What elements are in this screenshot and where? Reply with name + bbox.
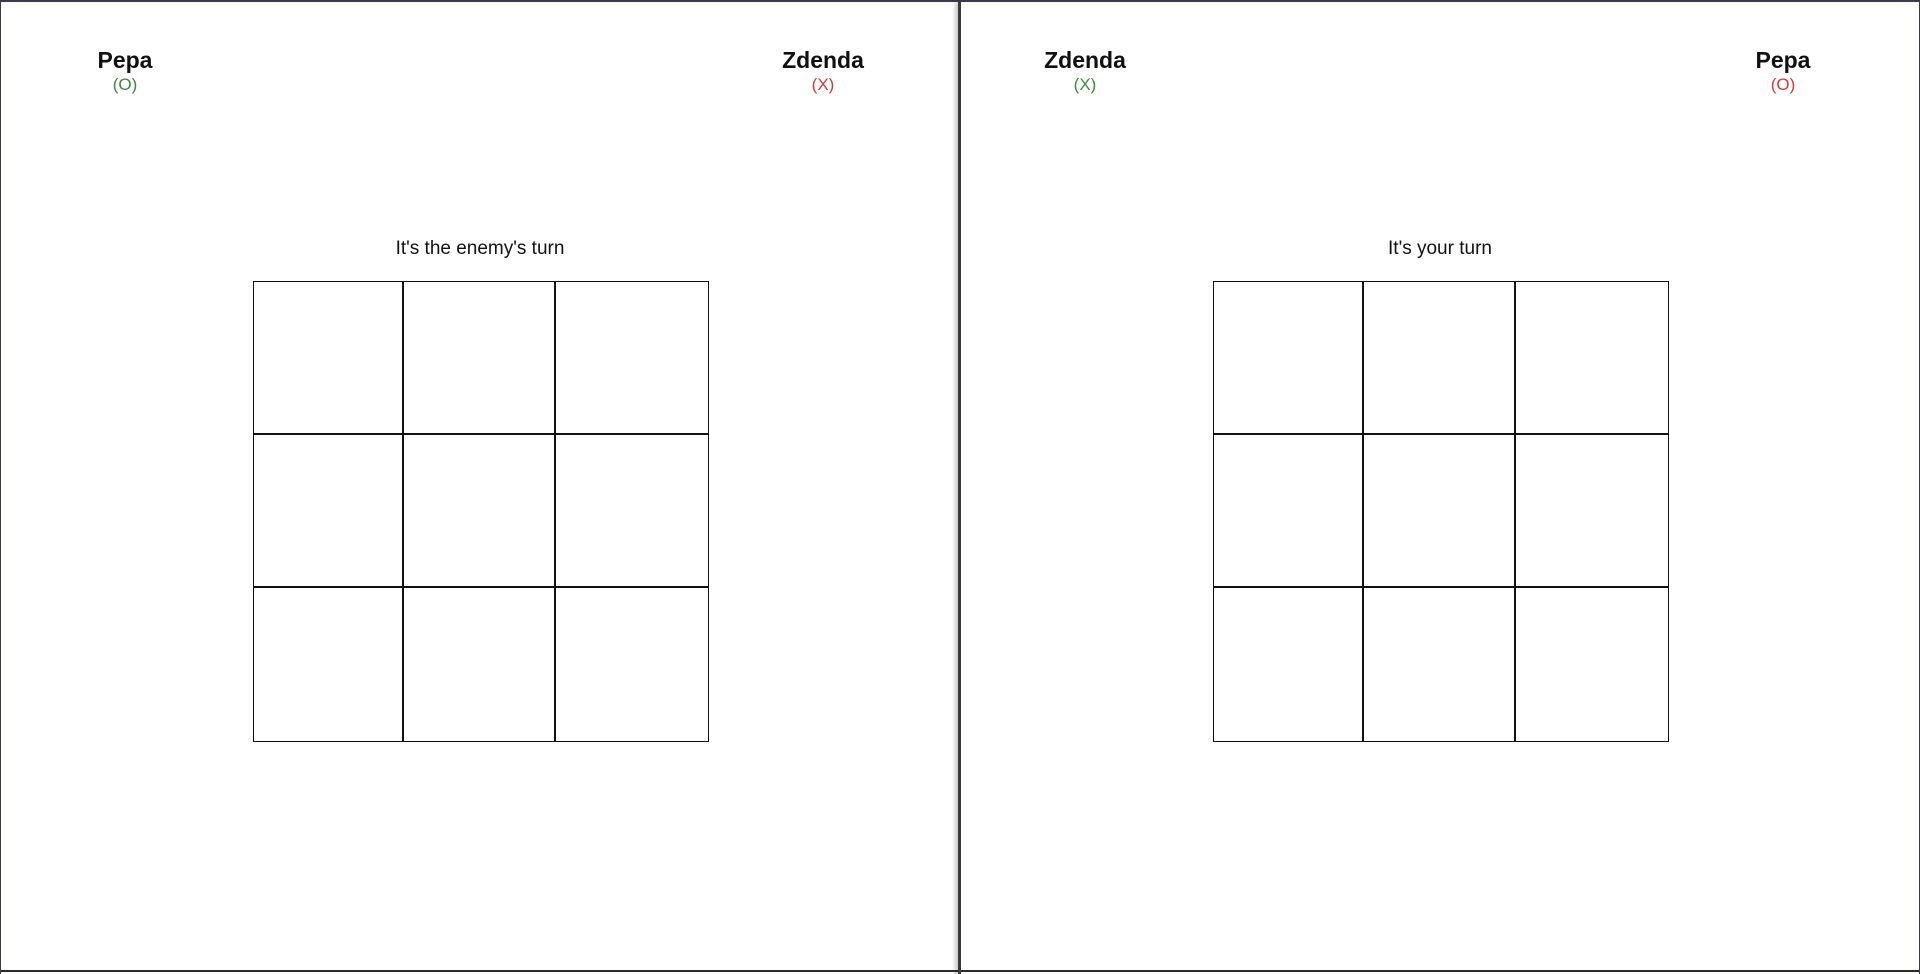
player-self: Pepa (O) <box>65 46 185 96</box>
player-symbol: (X) <box>811 75 835 94</box>
turn-status: It's the enemy's turn <box>395 238 565 259</box>
board-cell[interactable] <box>1516 435 1668 588</box>
board-cell[interactable] <box>1516 282 1668 435</box>
board-cell[interactable] <box>254 588 404 741</box>
board-cell[interactable] <box>1364 435 1516 588</box>
player-symbol: (O) <box>1770 75 1796 94</box>
player-name: Pepa <box>1755 47 1811 73</box>
player-symbol: (O) <box>112 75 138 94</box>
game-panel-left: Pepa (O) Zdenda (X) It's the enemy's tur… <box>1 2 959 972</box>
board-cell[interactable] <box>404 282 556 435</box>
board-cell[interactable] <box>1214 282 1364 435</box>
player-name: Zdenda <box>782 47 864 73</box>
turn-status: It's your turn <box>1388 238 1492 259</box>
screen: Pepa (O) Zdenda (X) It's the enemy's tur… <box>0 0 1920 974</box>
player-symbol: (X) <box>1073 75 1097 94</box>
board-cell[interactable] <box>1214 435 1364 588</box>
board-cell[interactable] <box>556 435 708 588</box>
player-opponent: Zdenda (X) <box>763 46 883 96</box>
board-cell[interactable] <box>1516 588 1668 741</box>
tic-tac-toe-board <box>1213 281 1669 742</box>
board-cell[interactable] <box>254 435 404 588</box>
board-cell[interactable] <box>1214 588 1364 741</box>
tic-tac-toe-board <box>253 281 709 742</box>
player-name: Pepa <box>97 47 153 73</box>
player-name: Zdenda <box>1044 47 1126 73</box>
board-cell[interactable] <box>254 282 404 435</box>
game-panel-right: Zdenda (X) Pepa (O) It's your turn <box>961 2 1919 972</box>
board-cell[interactable] <box>556 588 708 741</box>
board-cell[interactable] <box>404 435 556 588</box>
board-cell[interactable] <box>404 588 556 741</box>
board-cell[interactable] <box>1364 282 1516 435</box>
player-self: Zdenda (X) <box>1025 46 1145 96</box>
board-cell[interactable] <box>556 282 708 435</box>
board-cell[interactable] <box>1364 588 1516 741</box>
player-opponent: Pepa (O) <box>1723 46 1843 96</box>
